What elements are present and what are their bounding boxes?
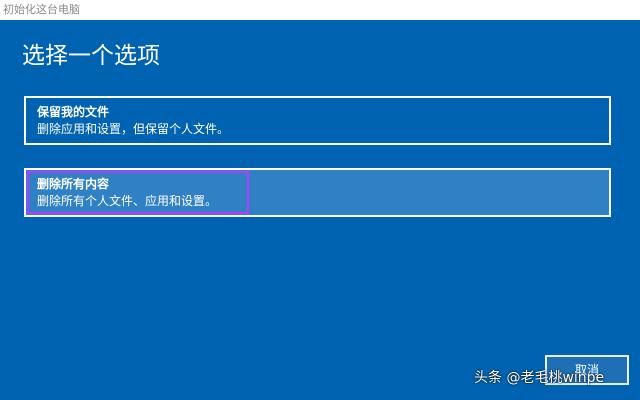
page-heading: 选择一个选项 (22, 43, 160, 69)
watermark: 头条 @老毛桃winpe (474, 370, 605, 386)
option-description: 删除应用和设置，但保留个人文件。 (37, 122, 230, 136)
option-description: 删除所有个人文件、应用和设置。 (37, 194, 218, 208)
window-title: 初始化这台电脑 (3, 3, 80, 16)
option-title: 删除所有内容 (37, 177, 110, 191)
title-bar: 初始化这台电脑 (0, 0, 640, 20)
option-keep-my-files[interactable]: 保留我的文件 删除应用和设置，但保留个人文件。 (24, 96, 611, 145)
option-remove-everything[interactable]: 删除所有内容 删除所有个人文件、应用和设置。 (24, 168, 611, 217)
option-title: 保留我的文件 (37, 105, 110, 119)
